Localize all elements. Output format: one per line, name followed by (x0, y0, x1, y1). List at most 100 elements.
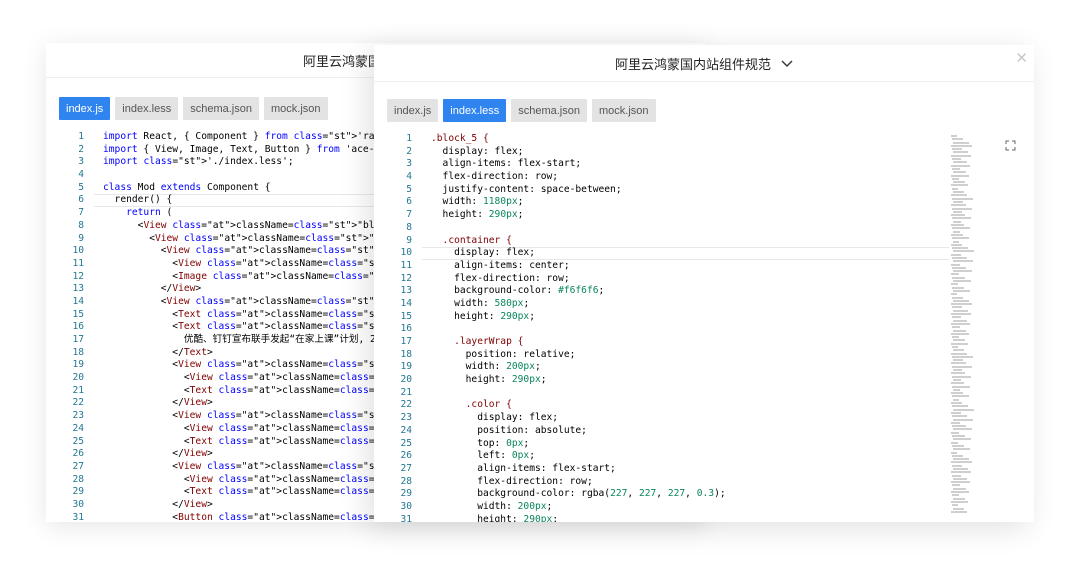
line-text: import class="st">'./index.less'; (103, 156, 294, 168)
front-tab-index-less[interactable]: index.less (443, 99, 507, 122)
minimap-line (953, 339, 965, 342)
close-icon[interactable]: ✕ (1015, 49, 1028, 67)
line-number: 16 (72, 321, 84, 333)
line-text: display: flex; (431, 145, 524, 157)
minimap-line (952, 375, 971, 378)
minimap-line (952, 504, 958, 507)
minimap-line (953, 220, 961, 223)
minimap-line (952, 454, 963, 457)
front-code-editor[interactable]: 1 .block_5 {2 display: flex; 3 align-items… (374, 133, 949, 522)
minimap-line (951, 184, 968, 187)
minimap-line (951, 313, 971, 316)
front-code-line: 27 align-items: flex-start; (374, 463, 949, 476)
minimap-line (953, 200, 963, 203)
front-code-line: 18 position: relative; (374, 349, 949, 362)
minimap-line (953, 428, 972, 431)
minimap-line (952, 355, 973, 358)
front-code-line: 8 (374, 222, 949, 235)
front-code-line: 25 top: 0px; (374, 438, 949, 451)
line-text: justify-content: space-between; (431, 183, 622, 195)
minimap-line (953, 240, 959, 243)
line-text: </View> (103, 498, 213, 510)
back-tab-index-less[interactable]: index.less (115, 97, 179, 120)
line-text: height: 290px; (431, 374, 547, 386)
expand-icon[interactable] (1005, 140, 1016, 154)
line-number: 2 (406, 145, 412, 157)
line-number: 11 (400, 259, 412, 271)
line-number: 26 (400, 450, 412, 462)
minimap-line (952, 187, 958, 190)
minimap-line (952, 415, 967, 418)
minimap-line (952, 494, 959, 497)
minimap-line (953, 260, 973, 263)
front-tab-mock-json[interactable]: mock.json (591, 99, 656, 122)
minimap-line (953, 458, 969, 461)
front-tab-index-js[interactable]: index.js (387, 99, 439, 122)
minimap-line (952, 474, 961, 477)
line-number: 6 (406, 196, 412, 208)
minimap-line (952, 385, 970, 388)
line-number: 12 (72, 270, 84, 282)
minimap-line (952, 177, 959, 180)
minimap-line (952, 167, 960, 170)
line-number: 27 (72, 460, 84, 472)
line-text: top: 0px; (431, 437, 530, 449)
front-code-line: 3 align-items: flex-start; (374, 158, 949, 171)
minimap-line (952, 484, 960, 487)
back-tab-schema-json[interactable]: schema.json (183, 97, 259, 120)
line-number: 29 (72, 486, 84, 498)
line-number: 24 (72, 422, 84, 434)
minimap-line (952, 425, 966, 428)
chevron-down-icon[interactable] (781, 56, 793, 71)
line-number: 20 (400, 374, 412, 386)
line-number: 17 (72, 334, 84, 345)
back-tab-index-js[interactable]: index.js (59, 97, 111, 120)
line-text: .layerWrap { (431, 336, 524, 347)
line-number: 4 (406, 171, 412, 183)
line-text: width: 200px; (431, 361, 541, 373)
front-code-panel: 阿里云鸿蒙国内站组件规范 ✕ index.js index.less schem… (374, 45, 1034, 522)
minimap-line (953, 507, 964, 510)
back-tab-mock-json[interactable]: mock.json (263, 97, 328, 120)
minimap-line (951, 174, 969, 177)
line-text: align-items: flex-start; (431, 158, 582, 170)
line-number: 19 (400, 361, 412, 373)
minimap-line (952, 197, 973, 200)
minimap-line (951, 233, 963, 236)
front-code-line: 5 justify-content: space-between; (374, 184, 949, 197)
line-number: 29 (400, 488, 412, 500)
line-number: 13 (72, 283, 84, 295)
line-text: </View> (103, 448, 213, 460)
minimap-line (952, 286, 964, 289)
front-panel-header[interactable]: 阿里云鸿蒙国内站组件规范 (374, 45, 1034, 82)
minimap-line (953, 270, 972, 273)
front-code-line: 31 height: 290px; (374, 514, 949, 522)
minimap-line (951, 204, 966, 207)
front-code-line: 4 flex-direction: row; (374, 171, 949, 184)
line-number: 25 (400, 437, 412, 449)
front-code-line: 17 .layerWrap { (374, 336, 949, 349)
code-minimap[interactable] (951, 135, 974, 522)
line-text: 优酷、钉钉宣布联手发起“在家上课”计划, 2月10起, (103, 334, 413, 345)
minimap-line (953, 388, 960, 391)
minimap-line (951, 392, 963, 395)
minimap-line (952, 326, 960, 329)
minimap-line (952, 365, 972, 368)
line-text: render() { (103, 194, 173, 206)
line-text: flex-direction: row; (431, 475, 593, 487)
minimap-line (952, 276, 965, 279)
minimap-line (953, 467, 968, 470)
line-text: width: 200px; (431, 500, 553, 512)
minimap-line (953, 369, 962, 372)
line-text (412, 323, 431, 334)
minimap-line (952, 306, 962, 309)
front-code-line: 26 left: 0px; (374, 450, 949, 463)
line-number: 21 (72, 384, 84, 396)
line-number: 3 (78, 156, 84, 168)
minimap-line (953, 319, 967, 322)
front-tab-schema-json[interactable]: schema.json (511, 99, 587, 122)
minimap-line (952, 256, 967, 259)
line-text: align-items: flex-start; (431, 462, 616, 474)
minimap-line (951, 224, 964, 227)
line-text: position: relative; (431, 348, 576, 360)
